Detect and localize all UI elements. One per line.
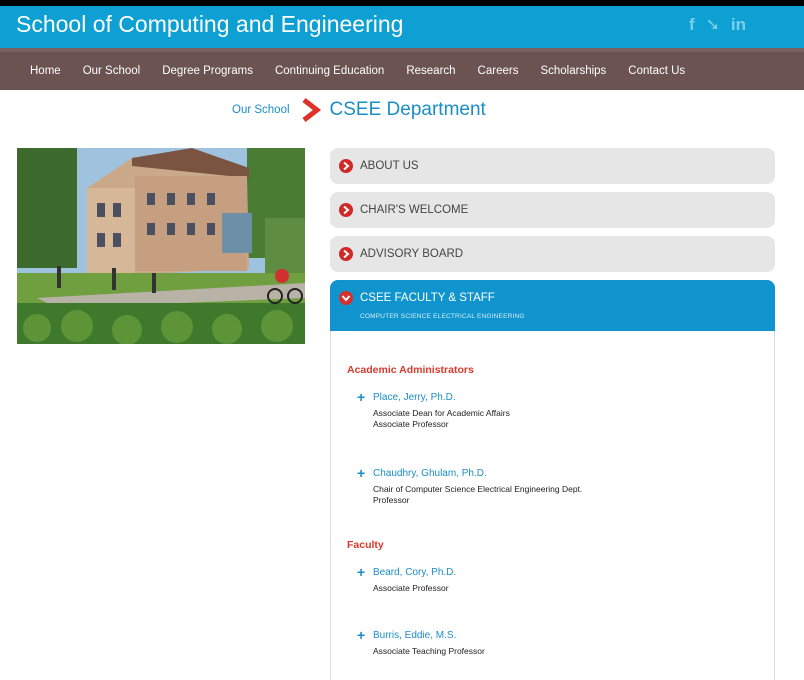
accordion-about-us[interactable]: ABOUT US — [330, 148, 775, 184]
nav-item-careers[interactable]: Careers — [478, 65, 519, 77]
person-link[interactable]: + Burris, Eddie, M.S. — [357, 628, 485, 642]
nav-item-research[interactable]: Research — [406, 65, 455, 77]
plus-icon[interactable]: + — [357, 390, 373, 404]
person-role: Chair of Computer Science Electrical Eng… — [373, 484, 583, 494]
linkedin-icon[interactable]: in — [731, 14, 746, 36]
nav-item-our-school[interactable]: Our School — [83, 65, 141, 77]
accordion-title: ABOUT US — [360, 160, 419, 172]
nav-item-degree-programs[interactable]: Degree Programs — [162, 65, 253, 77]
list-item: + Place, Jerry, Ph.D. Associate Dean for… — [357, 390, 510, 430]
person-roles: Chair of Computer Science Electrical Eng… — [373, 484, 582, 506]
chevron-right-icon — [302, 98, 321, 122]
breadcrumb: Our School CSEE Department — [232, 98, 486, 122]
accordion-title: CSEE FACULTY & STAFF — [360, 292, 495, 304]
person-role: Associate Professor — [373, 583, 449, 593]
plus-icon[interactable]: + — [357, 466, 373, 480]
plus-icon[interactable]: + — [357, 628, 373, 642]
list-item: + Burris, Eddie, M.S. Associate Teaching… — [357, 628, 485, 657]
page-title: CSEE Department — [329, 99, 486, 120]
facebook-icon[interactable]: f — [689, 14, 695, 36]
breadcrumb-parent-link[interactable]: Our School — [232, 104, 290, 116]
person-role: Professor — [373, 495, 410, 505]
main-nav: Home Our School Degree Programs Continui… — [0, 48, 804, 90]
plus-icon[interactable]: + — [357, 565, 373, 579]
social-links: f ➘ in — [689, 14, 746, 36]
twitter-icon[interactable]: ➘ — [706, 14, 720, 36]
chevron-right-icon — [339, 203, 353, 217]
nav-item-home[interactable]: Home — [30, 65, 61, 77]
section-heading-administrators: Academic Administrators — [347, 364, 474, 376]
campus-building-photo — [17, 148, 305, 344]
accordion-subtitle: COMPUTER SCIENCE ELECTRICAL ENGINEERING — [360, 313, 525, 320]
person-role: Associate Professor — [373, 419, 449, 429]
person-link[interactable]: + Place, Jerry, Ph.D. — [357, 390, 510, 404]
person-name[interactable]: Place, Jerry, Ph.D. — [373, 392, 456, 403]
nav-item-contact-us[interactable]: Contact Us — [628, 65, 685, 77]
person-role: Associate Dean for Academic Affairs — [373, 408, 510, 418]
accordion-chairs-welcome[interactable]: CHAIR'S WELCOME — [330, 192, 775, 228]
accordion-title: CHAIR'S WELCOME — [360, 204, 469, 216]
chevron-down-icon — [339, 291, 353, 305]
nav-item-scholarships[interactable]: Scholarships — [540, 65, 606, 77]
chevron-right-icon — [339, 159, 353, 173]
nav-item-continuing-education[interactable]: Continuing Education — [275, 65, 384, 77]
person-link[interactable]: + Chaudhry, Ghulam, Ph.D. — [357, 466, 582, 480]
person-roles: Associate Teaching Professor — [373, 646, 485, 657]
person-name[interactable]: Burris, Eddie, M.S. — [373, 630, 456, 641]
list-item: + Chaudhry, Ghulam, Ph.D. Chair of Compu… — [357, 466, 582, 506]
person-link[interactable]: + Beard, Cory, Ph.D. — [357, 565, 456, 579]
chevron-right-icon — [339, 247, 353, 261]
section-heading-faculty: Faculty — [347, 539, 384, 551]
accordion-advisory-board[interactable]: ADVISORY BOARD — [330, 236, 775, 272]
accordion-title: ADVISORY BOARD — [360, 248, 464, 260]
person-roles: Associate Dean for Academic Affairs Asso… — [373, 408, 510, 430]
site-header: School of Computing and Engineering f ➘ … — [0, 6, 804, 48]
accordion-csee-faculty-staff[interactable]: CSEE FACULTY & STAFF COMPUTER SCIENCE EL… — [330, 280, 775, 331]
person-name[interactable]: Beard, Cory, Ph.D. — [373, 567, 456, 578]
list-item: + Beard, Cory, Ph.D. Associate Professor — [357, 565, 456, 594]
site-title[interactable]: School of Computing and Engineering — [16, 9, 403, 39]
page-content: Our School CSEE Department ABOUT US CHAI… — [0, 90, 804, 680]
faculty-staff-list: Academic Administrators + Place, Jerry, … — [330, 331, 775, 680]
person-name[interactable]: Chaudhry, Ghulam, Ph.D. — [373, 468, 487, 479]
person-role: Associate Teaching Professor — [373, 646, 485, 656]
person-roles: Associate Professor — [373, 583, 456, 594]
